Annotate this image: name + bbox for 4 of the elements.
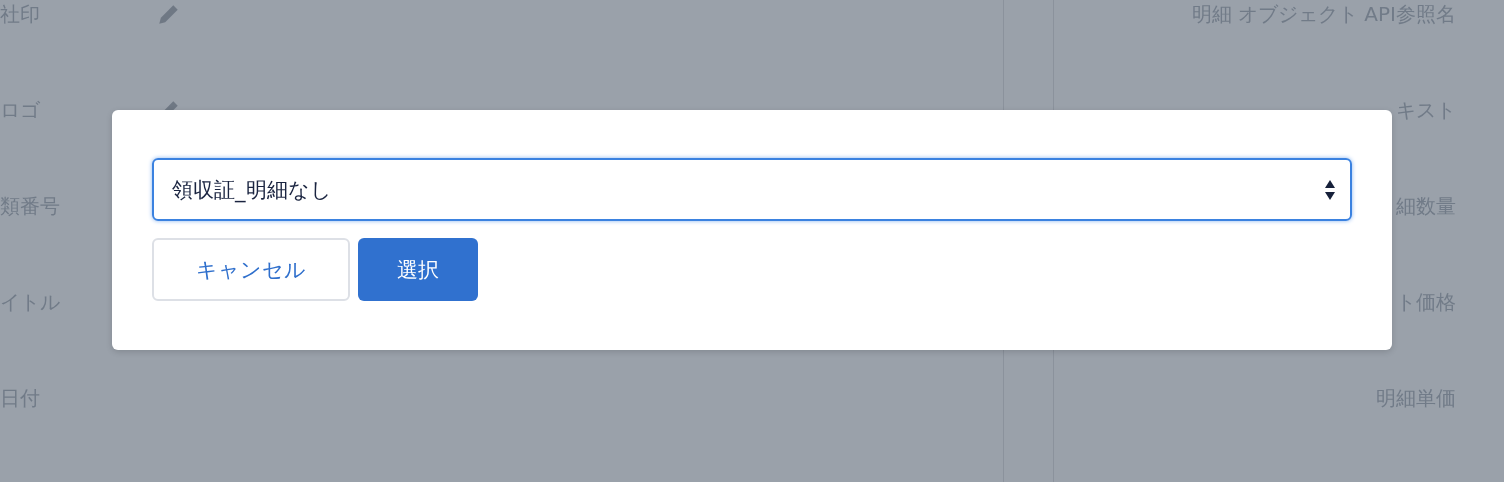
select-button[interactable]: 選択 [358, 238, 478, 301]
cancel-button[interactable]: キャンセル [152, 238, 350, 301]
template-select[interactable]: 領収証_明細なし [152, 158, 1352, 221]
sort-arrows-icon [1324, 178, 1336, 201]
